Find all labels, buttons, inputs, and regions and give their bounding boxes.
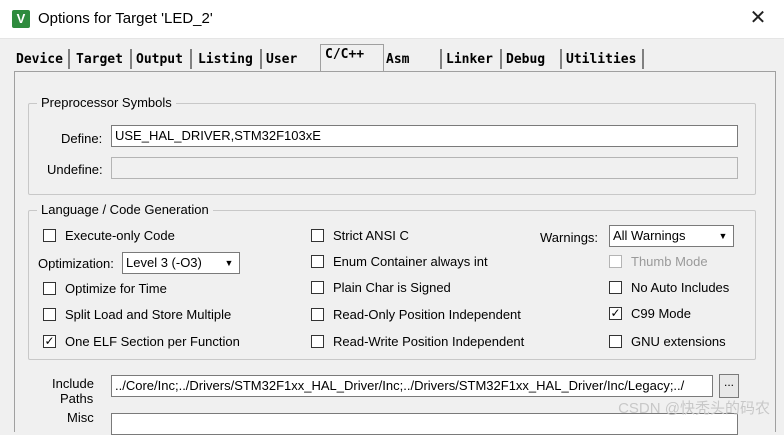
tab-target[interactable]: Target [72, 49, 132, 69]
language-group-title: Language / Code Generation [37, 202, 213, 217]
rw-position-checkbox[interactable] [311, 335, 324, 348]
chevron-down-icon: ▼ [718, 231, 728, 241]
plain-char-checkbox[interactable] [311, 281, 324, 294]
plain-char-label: Plain Char is Signed [333, 280, 451, 295]
gnu-extensions-checkbox[interactable] [609, 335, 622, 348]
no-auto-includes-checkbox[interactable] [609, 281, 622, 294]
rw-position-label: Read-Write Position Independent [333, 334, 525, 349]
include-browse-button[interactable]: ... [719, 374, 739, 398]
optimization-label: Optimization: [38, 256, 114, 271]
thumb-mode-checkbox[interactable] [609, 255, 622, 268]
define-label: Define: [61, 131, 103, 146]
close-icon[interactable]: ✕ [746, 6, 770, 30]
include-paths-input[interactable]: ../Core/Inc;../Drivers/STM32F1xx_HAL_Dri… [111, 375, 713, 397]
tab-user[interactable]: User [262, 49, 322, 69]
misc-label: Misc [67, 410, 94, 425]
ro-position-label: Read-Only Position Independent [333, 307, 521, 322]
strict-ansi-label: Strict ANSI C [333, 228, 409, 243]
tab-debug[interactable]: Debug [502, 49, 562, 69]
enum-container-label: Enum Container always int [333, 254, 488, 269]
enum-container-checkbox[interactable] [311, 255, 324, 268]
tab-listing[interactable]: Listing [194, 49, 262, 69]
split-load-label: Split Load and Store Multiple [65, 307, 232, 322]
chevron-down-icon: ▼ [224, 258, 234, 268]
warnings-select[interactable]: All Warnings ▼ [609, 225, 734, 247]
optimize-time-checkbox[interactable] [43, 282, 56, 295]
tab-linker[interactable]: Linker [442, 49, 502, 69]
preprocessor-group-title: Preprocessor Symbols [37, 95, 176, 110]
optimization-select[interactable]: Level 3 (-O3) ▼ [122, 252, 240, 274]
watermark-text: CSDN @快秃头的码农 [618, 400, 770, 417]
title-bar: V Options for Target 'LED_2' ✕ [0, 0, 784, 39]
ro-position-checkbox[interactable] [311, 308, 324, 321]
execute-only-label: Execute-only Code [65, 228, 175, 243]
no-auto-includes-label: No Auto Includes [631, 280, 730, 295]
include-label: Include [52, 376, 94, 391]
keil-icon: V [12, 10, 30, 28]
gnu-extensions-label: GNU extensions [631, 334, 726, 349]
c99-mode-label: C99 Mode [631, 306, 691, 321]
undefine-input[interactable] [111, 157, 738, 179]
strict-ansi-checkbox[interactable] [311, 229, 324, 242]
warnings-value: All Warnings [613, 228, 686, 243]
optimization-value: Level 3 (-O3) [126, 255, 202, 270]
warnings-label: Warnings: [540, 230, 599, 245]
window-title: Options for Target 'LED_2' [38, 10, 213, 27]
tab-cpp[interactable]: C/C++ [320, 44, 384, 71]
preprocessor-group: Preprocessor Symbols [28, 95, 756, 195]
one-elf-label: One ELF Section per Function [65, 334, 240, 349]
paths-label: Paths [60, 391, 94, 406]
execute-only-checkbox[interactable] [43, 229, 56, 242]
tab-asm[interactable]: Asm [382, 49, 442, 69]
thumb-mode-label: Thumb Mode [631, 254, 708, 269]
c99-mode-checkbox[interactable]: ✓ [609, 307, 622, 320]
undefine-label: Undefine: [47, 162, 103, 177]
define-input[interactable]: USE_HAL_DRIVER,STM32F103xE [111, 125, 738, 147]
tab-device[interactable]: Device [12, 49, 70, 69]
one-elf-checkbox[interactable]: ✓ [43, 335, 56, 348]
split-load-checkbox[interactable] [43, 308, 56, 321]
tab-output[interactable]: Output [132, 49, 192, 69]
tab-utilities[interactable]: Utilities [562, 49, 644, 69]
optimize-time-label: Optimize for Time [65, 281, 167, 296]
